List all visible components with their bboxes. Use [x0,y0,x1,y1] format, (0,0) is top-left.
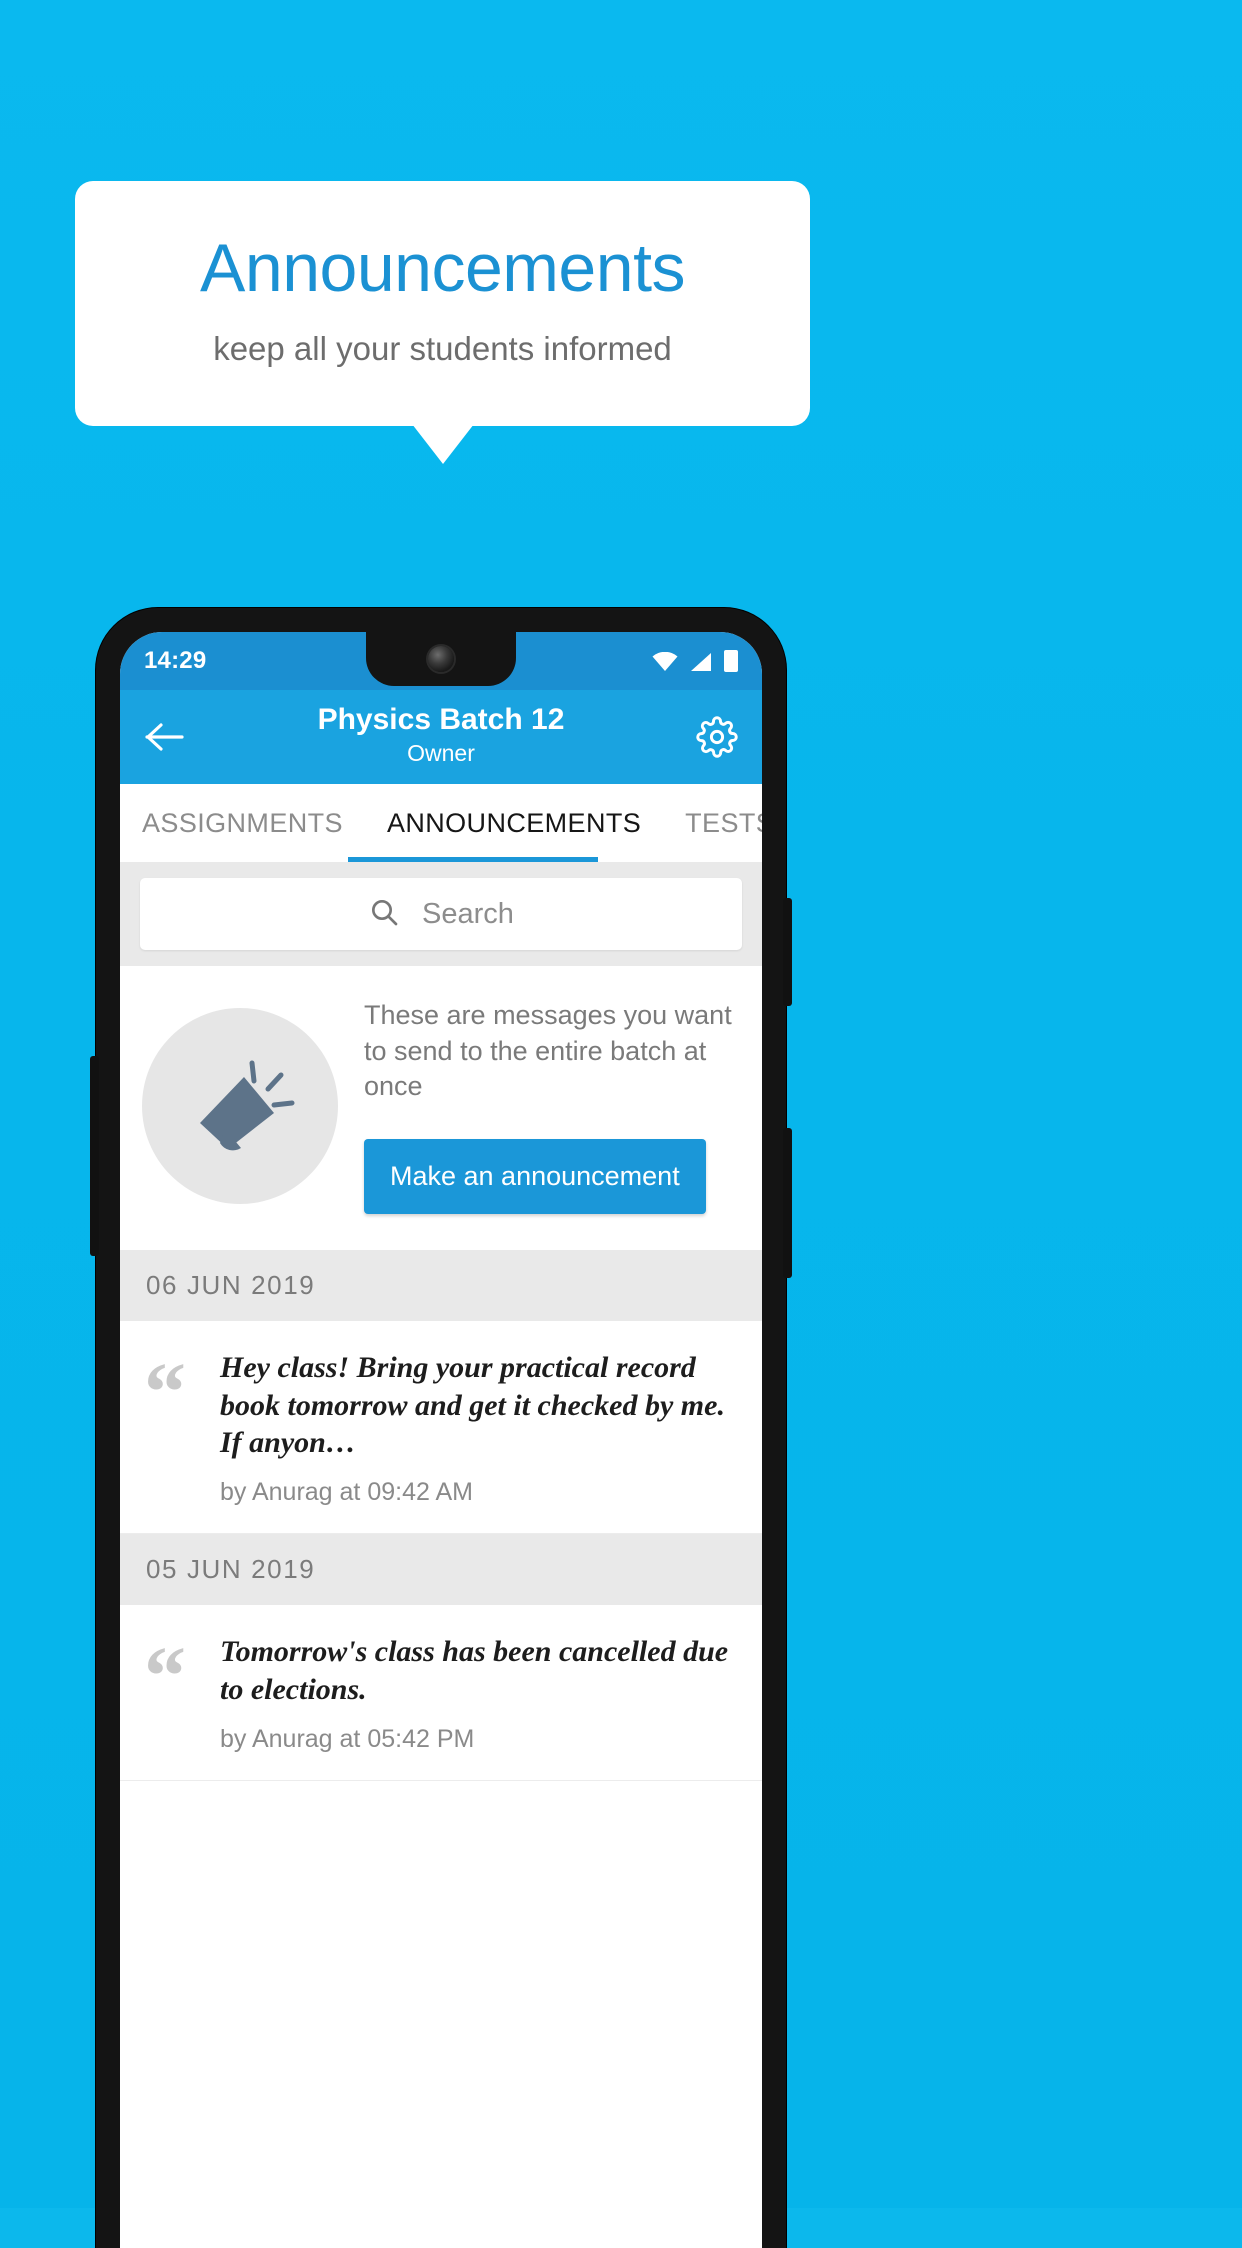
date-header: 06 JUN 2019 [120,1249,762,1321]
announcement-text: Tomorrow's class has been cancelled due … [220,1635,729,1707]
quote-icon: “ [144,1630,186,1724]
announcement-list-item[interactable]: “ Hey class! Bring your practical record… [120,1320,762,1535]
search-input[interactable]: Search [140,878,742,950]
megaphone-icon [142,1007,338,1204]
promo-subtitle: keep all your students informed [213,330,672,368]
tab-bar: ASSIGNMENTS ANNOUNCEMENTS TESTS ’ [120,784,762,862]
promo-bubble-tail [412,424,474,464]
announcement-meta: by Anurag at 09:42 AM [220,1478,473,1507]
announcement-content: Tomorrow's class has been cancelled due … [220,1633,738,1754]
phone-device: 14:29 Physics Batch 12 Owner ASSIGNMENTS… [90,608,792,2248]
tab-active-indicator [348,857,598,862]
empty-state-card: These are messages you want to send to t… [120,966,762,1250]
tab-assignments[interactable]: ASSIGNMENTS [120,784,365,862]
page-subtitle: Owner [407,739,475,766]
announcement-content: Hey class! Bring your practical record b… [220,1349,738,1507]
gear-icon[interactable] [694,714,740,760]
date-header: 05 JUN 2019 [120,1534,762,1606]
announcement-meta: by Anurag at 05:42 PM [220,1724,475,1753]
announcement-text: Hey class! Bring your practical record b… [220,1350,725,1460]
app-bar-titles: Physics Batch 12 Owner [188,703,694,768]
promo-title: Announcements [200,229,685,306]
phone-power-button [783,898,792,1006]
app-bar: Physics Batch 12 Owner [120,690,762,784]
announcement-list-item[interactable]: “ Tomorrow's class has been cancelled du… [120,1605,762,1781]
back-arrow-icon[interactable] [142,714,188,760]
status-clock: 14:29 [144,647,207,674]
wifi-icon [652,651,678,671]
search-icon [368,896,400,933]
phone-notch [366,632,516,686]
tab-announcements[interactable]: ANNOUNCEMENTS [365,784,663,862]
front-camera-icon [428,646,454,672]
battery-icon [724,650,738,672]
status-icon-group [652,650,738,672]
quote-icon: “ [144,1345,186,1439]
phone-volume-button [783,1128,792,1278]
page-title: Physics Batch 12 [317,703,565,737]
search-placeholder: Search [422,897,514,930]
search-section: Search [120,862,762,966]
empty-state-text: These are messages you want to send to t… [364,1000,732,1102]
tab-tests[interactable]: TESTS [663,784,762,862]
phone-screen: 14:29 Physics Batch 12 Owner ASSIGNMENTS… [120,632,762,2248]
phone-side-button [90,1056,99,1256]
empty-state-content: These are messages you want to send to t… [364,998,736,1214]
make-announcement-button[interactable]: Make an announcement [364,1138,706,1214]
promo-bubble: Announcements keep all your students inf… [75,181,810,426]
signal-icon [690,651,712,671]
